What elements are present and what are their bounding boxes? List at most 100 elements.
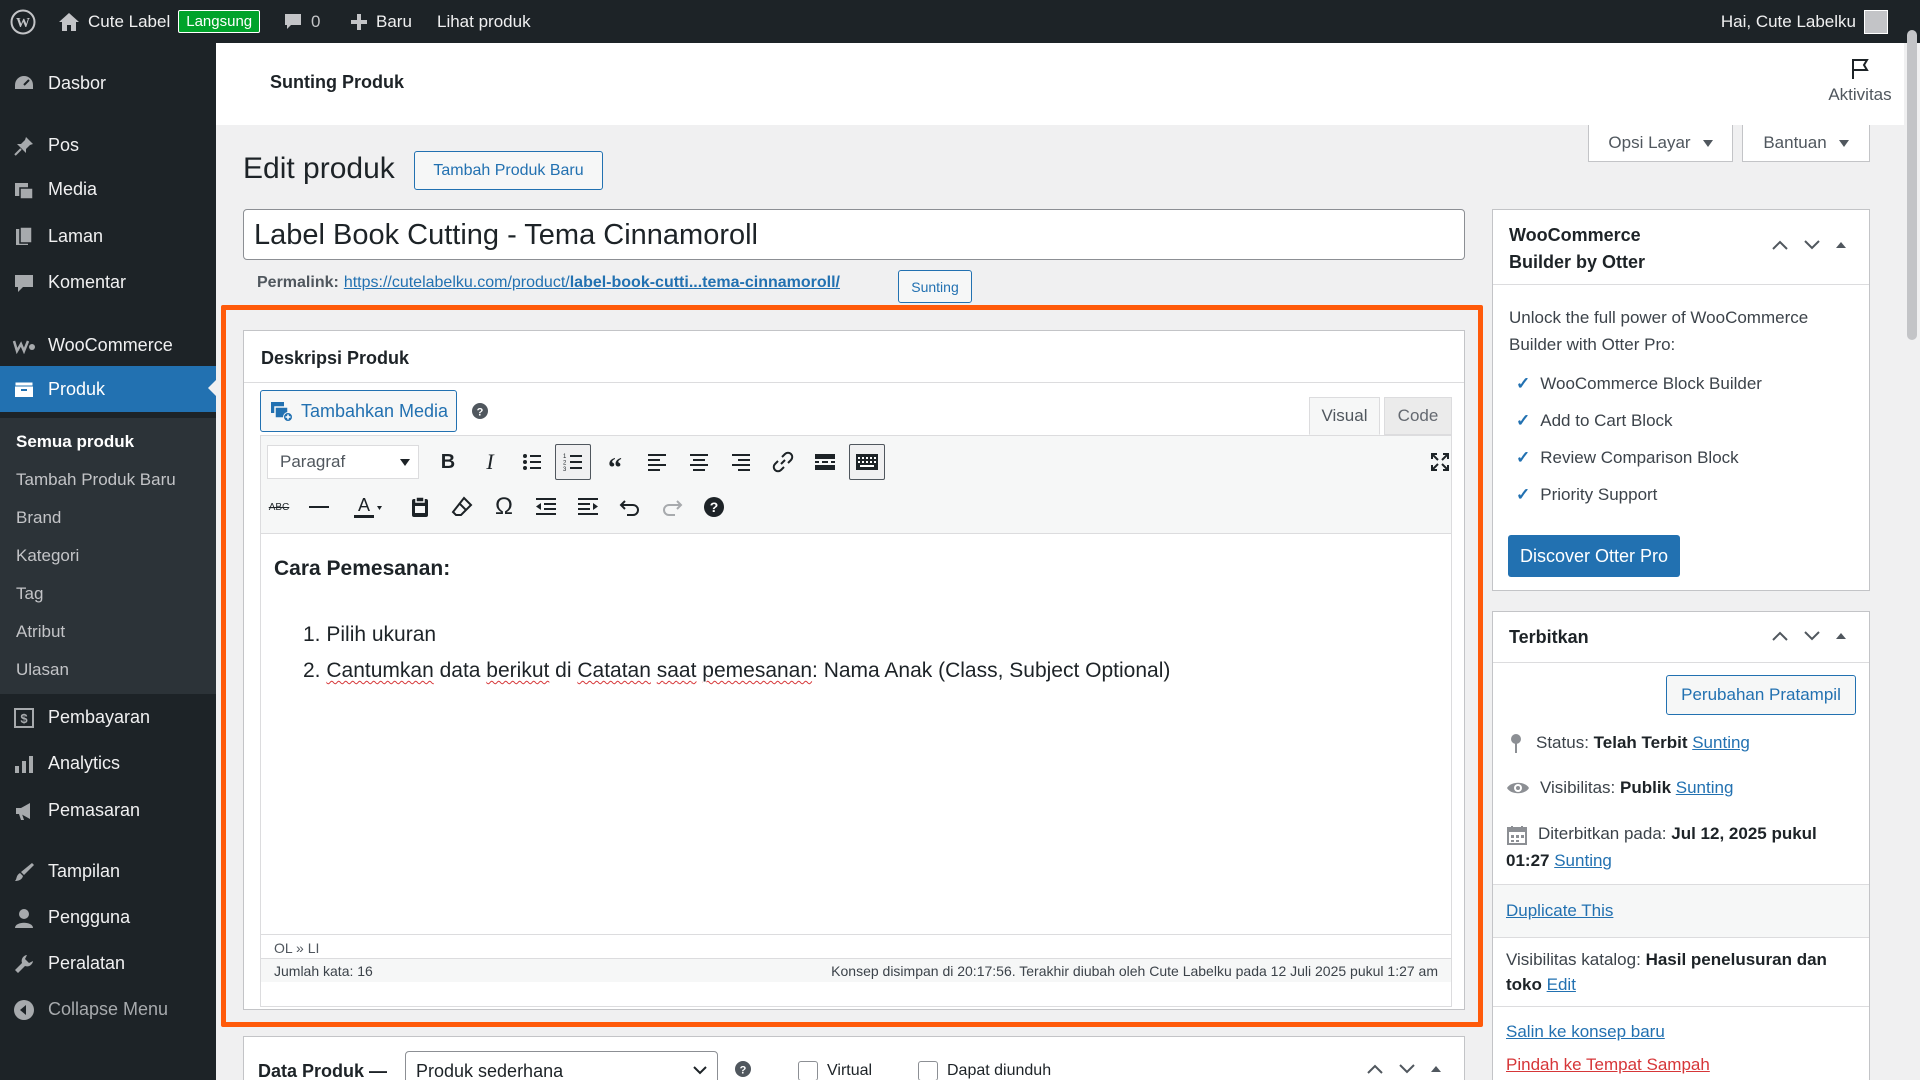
list-item: 1. Pilih ukuran	[303, 623, 437, 646]
menu-appearance[interactable]: Tampilan	[0, 849, 216, 893]
submenu-brand[interactable]: Brand	[16, 508, 61, 528]
menu-media[interactable]: Media	[0, 167, 216, 211]
products-submenu: Semua produk Tambah Produk Baru Brand Ka…	[0, 418, 216, 694]
italic-button[interactable]: I	[472, 444, 508, 480]
wordpress-logo-icon[interactable]: W	[10, 0, 36, 43]
menu-products[interactable]: Produk	[0, 366, 216, 412]
visibility-label: Visibilitas:	[1540, 778, 1616, 797]
link-icon	[772, 451, 794, 473]
submenu-all-products[interactable]: Semua produk	[16, 432, 134, 452]
new-content-link[interactable]: Baru	[350, 0, 412, 43]
menu-dashboard[interactable]: Dasbor	[0, 61, 216, 105]
strikethrough-button[interactable]: ABC	[261, 489, 297, 525]
clear-formatting-button[interactable]	[444, 489, 480, 525]
collapse-icon	[12, 999, 36, 1021]
insert-link-button[interactable]	[765, 444, 801, 480]
toolbar-toggle-button[interactable]	[849, 444, 885, 480]
move-down-icon[interactable]	[1803, 239, 1821, 251]
virtual-checkbox-row[interactable]: Virtual	[798, 1061, 872, 1080]
tab-code[interactable]: Code	[1384, 397, 1452, 435]
submenu-attributes[interactable]: Atribut	[16, 622, 65, 642]
visibility-edit-link[interactable]: Sunting	[1676, 778, 1734, 797]
virtual-checkbox[interactable]	[798, 1061, 818, 1080]
menu-label: Analytics	[48, 752, 121, 773]
menu-users[interactable]: Pengguna	[0, 895, 216, 939]
redo-button[interactable]	[654, 489, 690, 525]
numbered-list-button[interactable]: 123	[555, 444, 591, 480]
duplicate-this-link[interactable]: Duplicate This	[1506, 901, 1613, 921]
undo-button[interactable]	[612, 489, 648, 525]
menu-tools[interactable]: Peralatan	[0, 941, 216, 985]
downloadable-checkbox-row[interactable]: Dapat diunduh	[918, 1061, 1051, 1080]
permalink-edit-button[interactable]: Sunting	[898, 270, 972, 303]
activity-button[interactable]: Aktivitas	[1816, 57, 1904, 105]
help-icon[interactable]: ?	[472, 403, 488, 419]
status-edit-link[interactable]: Sunting	[1692, 733, 1750, 752]
tab-visual[interactable]: Visual	[1309, 397, 1380, 435]
toggle-panel-icon[interactable]	[1835, 239, 1847, 251]
preview-changes-button[interactable]: Perubahan Pratampil	[1666, 675, 1856, 715]
keyboard-shortcuts-button[interactable]: ?	[696, 489, 732, 525]
horizontal-line-button[interactable]	[301, 489, 337, 525]
collapse-menu-button[interactable]: Collapse Menu	[0, 987, 216, 1031]
indent-button[interactable]	[570, 489, 606, 525]
format-select[interactable]: Paragraf	[267, 445, 419, 479]
move-up-icon[interactable]	[1771, 239, 1789, 251]
align-center-button[interactable]	[681, 444, 717, 480]
menu-marketing[interactable]: Pemasaran	[0, 788, 216, 832]
comment-icon	[12, 272, 36, 294]
bullet-list-button[interactable]	[514, 444, 550, 480]
toggle-panel-icon[interactable]	[1430, 1063, 1442, 1075]
otter-feature: ✓ Add to Cart Block	[1516, 411, 1673, 431]
toggle-panel-icon[interactable]	[1835, 630, 1847, 642]
bold-button[interactable]: B	[430, 444, 466, 480]
text-color-button[interactable]: A	[343, 489, 393, 525]
move-down-icon[interactable]	[1398, 1063, 1416, 1075]
menu-woocommerce[interactable]: WooCommerce	[0, 323, 216, 367]
move-down-icon[interactable]	[1803, 630, 1821, 642]
catalog-edit-link[interactable]: Edit	[1547, 975, 1576, 994]
submenu-tag[interactable]: Tag	[16, 584, 43, 604]
help-button[interactable]: Bantuan	[1742, 125, 1870, 162]
move-to-trash-link[interactable]: Pindah ke Tempat Sampah	[1506, 1055, 1710, 1075]
move-up-icon[interactable]	[1771, 630, 1789, 642]
calendar-icon	[1506, 824, 1528, 846]
submenu-add-new[interactable]: Tambah Produk Baru	[16, 470, 176, 490]
product-type-select[interactable]: Produk sederhana	[405, 1051, 718, 1080]
fullscreen-button[interactable]	[1422, 444, 1458, 480]
undo-icon	[619, 497, 641, 517]
menu-payments[interactable]: $ Pembayaran	[0, 695, 216, 739]
align-right-button[interactable]	[723, 444, 759, 480]
site-name-link[interactable]: Cute Label Langsung	[58, 0, 261, 43]
permalink-link[interactable]: https://cutelabelku.com/product/label-bo…	[344, 274, 840, 292]
product-title-input[interactable]: Label Book Cutting - Tema Cinnamoroll	[243, 209, 1465, 260]
downloadable-checkbox[interactable]	[918, 1061, 938, 1080]
view-product-link[interactable]: Lihat produk	[437, 0, 531, 43]
published-edit-link[interactable]: Sunting	[1554, 851, 1612, 870]
submenu-category[interactable]: Kategori	[16, 546, 79, 566]
bullet-list-icon	[522, 453, 542, 471]
help-icon[interactable]: ?	[735, 1061, 751, 1077]
screen-options-button[interactable]: Opsi Layar	[1588, 125, 1733, 162]
read-more-button[interactable]	[807, 444, 843, 480]
page-scrollbar-thumb[interactable]	[1907, 30, 1917, 340]
align-left-button[interactable]	[639, 444, 675, 480]
special-character-button[interactable]: Ω	[486, 489, 522, 525]
blockquote-button[interactable]: “	[597, 444, 633, 484]
menu-pages[interactable]: Laman	[0, 214, 216, 258]
my-account-link[interactable]: Hai, Cute Labelku	[1721, 0, 1888, 43]
move-up-icon[interactable]	[1366, 1063, 1384, 1075]
menu-posts[interactable]: Pos	[0, 123, 216, 167]
paste-text-button[interactable]	[402, 489, 438, 525]
add-media-button[interactable]: Tambahkan Media	[260, 390, 457, 432]
outdent-button[interactable]	[528, 489, 564, 525]
comments-link[interactable]: 0	[283, 0, 320, 43]
svg-text:3: 3	[563, 467, 567, 472]
discover-otter-pro-button[interactable]: Discover Otter Pro	[1508, 535, 1680, 577]
add-new-product-button[interactable]: Tambah Produk Baru	[414, 151, 603, 190]
copy-to-draft-link[interactable]: Salin ke konsep baru	[1506, 1022, 1665, 1042]
menu-analytics[interactable]: Analytics	[0, 741, 216, 785]
editor-content[interactable]: Cara Pemesanan: 1. Pilih ukuran 2. Cantu…	[261, 535, 1451, 935]
submenu-reviews[interactable]: Ulasan	[16, 660, 69, 680]
menu-comments[interactable]: Komentar	[0, 260, 216, 304]
